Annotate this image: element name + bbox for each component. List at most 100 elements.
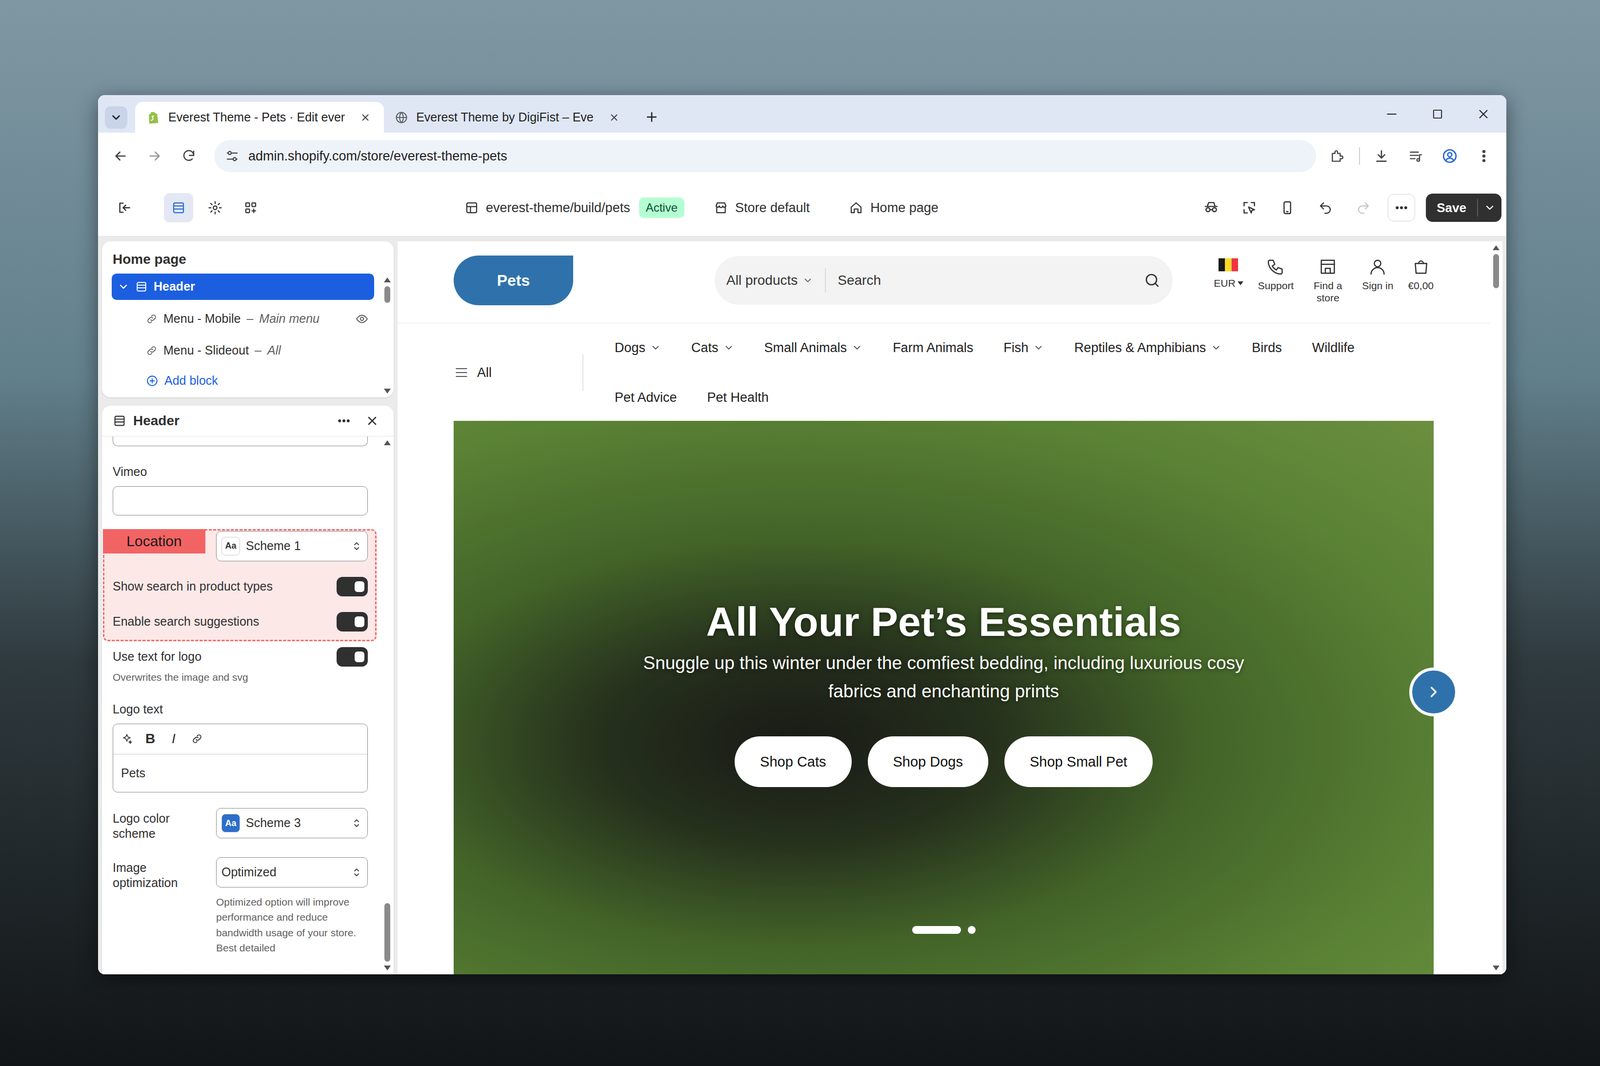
nav-item[interactable]: Small Animals — [764, 333, 863, 362]
currency-selector[interactable]: EUR — [1213, 257, 1243, 292]
exit-icon[interactable] — [110, 194, 139, 222]
format-button[interactable]: I — [167, 728, 180, 750]
action-label: Sign in — [1361, 279, 1394, 292]
scroll-up-icon[interactable] — [383, 277, 391, 283]
format-button[interactable]: B — [144, 728, 157, 750]
url-field[interactable]: admin.shopify.com/store/everest-theme-pe… — [214, 140, 1317, 173]
page-selector[interactable]: Home page — [848, 198, 939, 219]
header-action[interactable]: Find a store — [1308, 257, 1348, 304]
browser-menu-icon[interactable] — [1471, 143, 1497, 169]
category-select[interactable]: All products — [726, 270, 814, 291]
section-item[interactable]: Header — [111, 273, 375, 300]
downloads-icon[interactable] — [1368, 143, 1395, 169]
account-icon — [1367, 257, 1388, 277]
toggle[interactable] — [336, 577, 368, 597]
app-embeds-icon[interactable] — [237, 194, 265, 222]
theme-name[interactable]: everest-theme/build/pets — [485, 198, 631, 219]
sections-panel: Home pageHeaderMenu - Mobile–Main menuMe… — [101, 241, 394, 398]
help-text: Overwrites the image and svg — [112, 669, 368, 686]
belgium-flag-icon — [1218, 257, 1239, 273]
mobile-icon[interactable] — [1273, 194, 1301, 222]
hero-button[interactable]: Shop Cats — [734, 736, 852, 788]
ai-generate-icon[interactable] — [120, 733, 133, 745]
visibility-icon[interactable] — [355, 312, 369, 326]
close-icon[interactable] — [361, 410, 383, 432]
media-controls-icon[interactable] — [1402, 143, 1429, 169]
close-window-icon[interactable] — [1460, 97, 1507, 132]
save-options-icon[interactable] — [1478, 193, 1502, 222]
slide-dot[interactable] — [912, 926, 961, 935]
site-settings-icon[interactable] — [224, 148, 240, 164]
add-block[interactable]: Add block — [111, 366, 375, 396]
link-icon[interactable] — [191, 733, 203, 745]
close-tab-icon[interactable] — [606, 109, 622, 126]
browser-tab[interactable]: Everest Theme by DigiFist – Eve — [383, 101, 633, 133]
header-action[interactable]: Sign in — [1361, 257, 1394, 292]
scroll-down-icon[interactable] — [1492, 965, 1500, 971]
nav-item[interactable]: Fish — [1003, 333, 1044, 362]
scroll-up-icon[interactable] — [383, 440, 391, 446]
nav-item[interactable]: Dogs — [614, 333, 661, 362]
tab-search-icon[interactable] — [104, 106, 128, 129]
select[interactable]: AaScheme 3 — [216, 808, 368, 839]
minimize-icon[interactable] — [1368, 97, 1415, 132]
scroll-down-icon[interactable] — [383, 965, 391, 971]
nav-item[interactable]: Reptiles & Amphibians — [1074, 333, 1222, 362]
more-icon[interactable] — [333, 410, 355, 432]
more-icon[interactable] — [1387, 194, 1416, 222]
header-action[interactable]: €0,00 — [1407, 257, 1434, 292]
scroll-down-icon[interactable] — [383, 388, 391, 394]
sections-scrollbar — [380, 273, 394, 398]
store-logo[interactable]: Pets — [453, 255, 574, 306]
forward-icon[interactable] — [141, 143, 168, 169]
text-input[interactable] — [112, 486, 368, 516]
inspect-icon[interactable] — [1235, 194, 1263, 222]
nav-item[interactable]: Farm Animals — [892, 333, 974, 362]
next-slide-icon[interactable] — [1409, 667, 1459, 717]
chevron-down-icon — [1033, 342, 1044, 354]
extensions-icon[interactable] — [1324, 143, 1351, 169]
hero-button[interactable]: Shop Dogs — [867, 736, 989, 788]
nav-item[interactable]: Cats — [691, 333, 735, 362]
scroll-thumb[interactable] — [1493, 254, 1500, 289]
block-item[interactable]: Menu - Mobile–Main menu — [111, 302, 375, 335]
block-item[interactable]: Menu - Slideout–All — [111, 334, 375, 367]
redo-icon[interactable] — [1349, 194, 1378, 222]
theme-settings-icon[interactable] — [201, 194, 229, 222]
richtext-editor[interactable]: BIPets — [112, 723, 368, 794]
all-menu[interactable]: All — [453, 362, 583, 383]
back-icon[interactable] — [107, 143, 134, 169]
scroll-up-icon[interactable] — [1492, 245, 1500, 251]
preview-inspector-icon[interactable] — [1197, 194, 1225, 222]
maximize-icon[interactable] — [1414, 97, 1461, 132]
select[interactable]: Optimized — [216, 857, 368, 888]
slide-dot[interactable] — [967, 926, 976, 935]
nav-item[interactable]: Birds — [1251, 333, 1282, 362]
toggle[interactable] — [336, 612, 368, 632]
richtext-setting: Logo textBIPets — [112, 700, 368, 793]
search-input[interactable] — [837, 270, 1144, 291]
nav-item[interactable]: Wildlife — [1312, 333, 1355, 362]
scroll-thumb[interactable] — [384, 903, 391, 962]
save-button[interactable]: Save — [1425, 193, 1502, 222]
reload-icon[interactable] — [176, 143, 202, 169]
hero-button[interactable]: Shop Small Pet — [1004, 736, 1153, 788]
sections-icon[interactable] — [163, 193, 194, 223]
search-icon[interactable] — [1143, 271, 1161, 290]
select[interactable]: AaScheme 1 — [216, 531, 368, 562]
profile-icon[interactable] — [1437, 143, 1463, 169]
browser-tab[interactable]: Everest Theme - Pets · Edit ever — [135, 101, 384, 133]
toggle[interactable] — [336, 647, 368, 667]
new-tab-icon[interactable] — [638, 103, 665, 131]
undo-icon[interactable] — [1311, 194, 1340, 222]
close-tab-icon[interactable] — [357, 109, 374, 126]
phone-icon — [1265, 257, 1286, 277]
scroll-thumb[interactable] — [384, 286, 391, 303]
block-label: Menu - Slideout — [163, 341, 249, 360]
nav-item[interactable]: Pet Advice — [614, 383, 678, 412]
nav-item[interactable]: Pet Health — [707, 383, 769, 412]
expand-icon[interactable] — [117, 280, 130, 293]
header-action[interactable]: Support — [1258, 257, 1295, 292]
store-selector[interactable]: Store default — [713, 198, 810, 219]
text-input[interactable] — [112, 436, 368, 447]
